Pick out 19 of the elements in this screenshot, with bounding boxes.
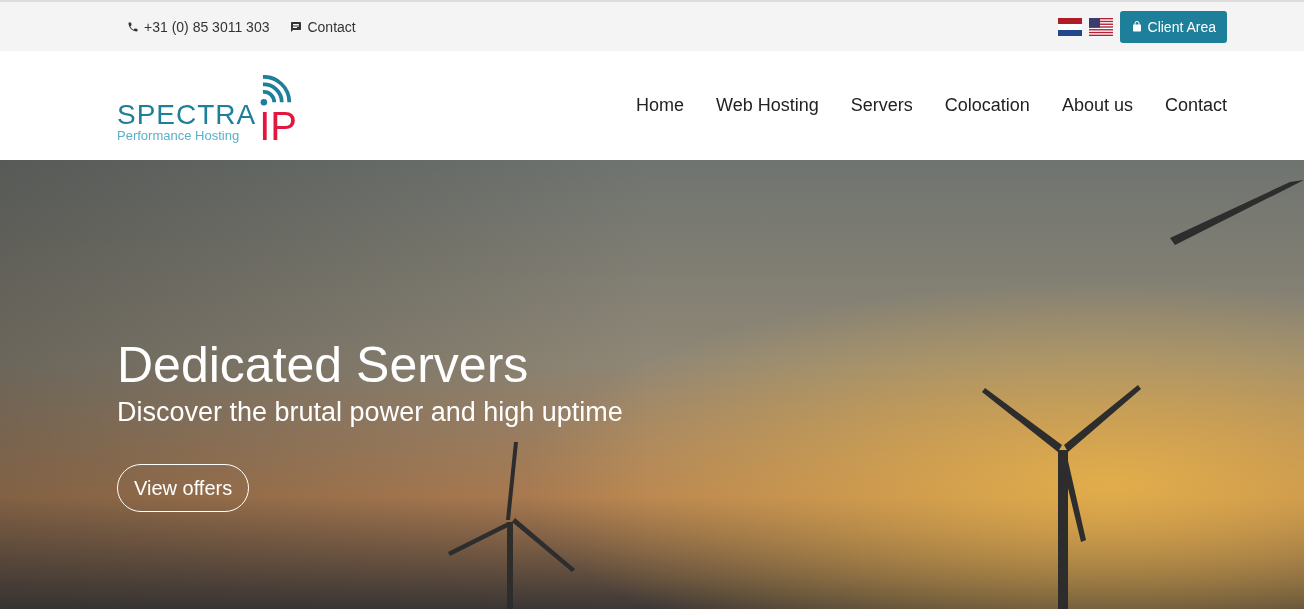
logo-suffix: IP bbox=[259, 106, 298, 145]
hero-subtitle: Discover the brutal power and high uptime bbox=[117, 396, 624, 429]
phone-icon bbox=[127, 20, 139, 33]
lock-icon bbox=[1130, 20, 1143, 33]
nav-link[interactable]: Home bbox=[636, 95, 685, 116]
nav-link[interactable]: Contact bbox=[1164, 95, 1227, 116]
logo-wordmark[interactable]: SPECTRA bbox=[117, 100, 257, 129]
client-area-button[interactable]: Client Area bbox=[1119, 10, 1227, 43]
nav-link[interactable]: About us bbox=[1061, 95, 1133, 116]
phone-number[interactable]: +31 (0) 85 3011 303 bbox=[144, 18, 270, 35]
nav-link[interactable]: Colocation bbox=[944, 95, 1030, 116]
logo-tagline: Performance Hosting bbox=[117, 128, 241, 143]
chat-icon bbox=[290, 20, 303, 33]
hero-title: Dedicated Servers bbox=[117, 336, 530, 394]
nav-link[interactable]: Web Hosting bbox=[716, 95, 819, 116]
contact-link[interactable]: Contact bbox=[307, 18, 356, 35]
flag-icon[interactable] bbox=[1057, 17, 1082, 36]
flag-icon[interactable] bbox=[1088, 17, 1113, 36]
nav-link[interactable]: Servers bbox=[850, 95, 913, 116]
